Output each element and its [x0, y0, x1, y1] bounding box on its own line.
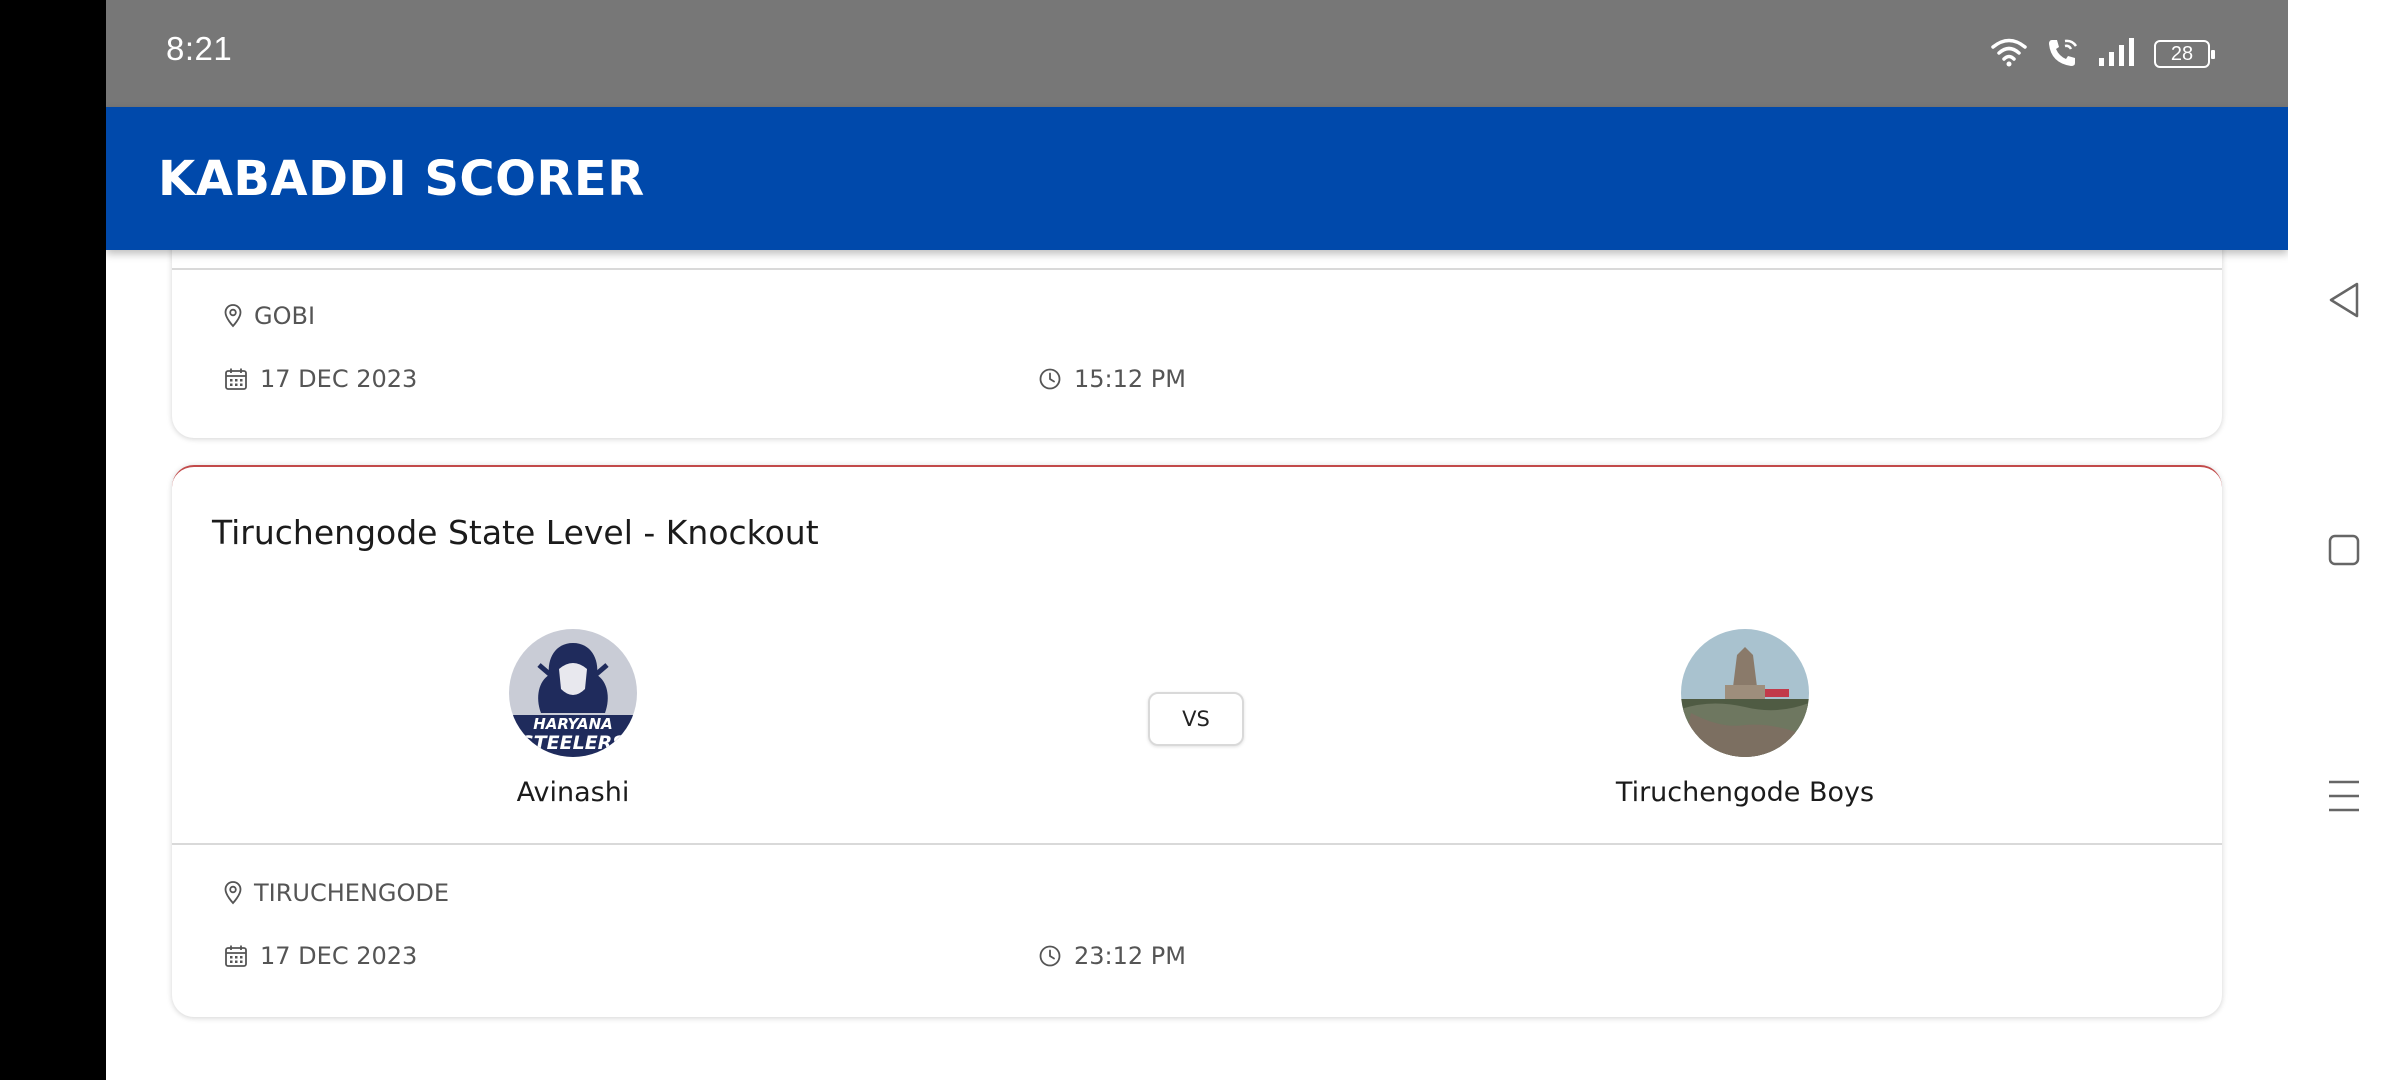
wifi-call-icon	[2046, 36, 2080, 72]
calendar-icon	[225, 945, 247, 967]
status-icons: 28	[1990, 34, 2215, 74]
match-time: 23:12 PM	[1038, 942, 1186, 970]
home-icon[interactable]	[2318, 524, 2370, 576]
menu-icon[interactable]	[2318, 770, 2370, 822]
location-text: TIRUCHENGODE	[254, 879, 450, 907]
app-bar: KABADDI SCORER	[106, 107, 2288, 250]
date-text: 17 DEC 2023	[260, 942, 418, 970]
app-screen: 8:21 28 KABADDI SCORER GOBI 17 DEC 2023 …	[106, 0, 2288, 1080]
match-card[interactable]: Tiruchengode State Level - Knockout HARY…	[172, 465, 2222, 1017]
status-bar: 8:21 28	[106, 0, 2288, 107]
team-a-logo: HARYANA STEELERS	[509, 629, 637, 757]
logo-text-line-1: HARYANA	[533, 715, 613, 733]
time-text: 15:12 PM	[1074, 365, 1186, 393]
match-location: TIRUCHENGODE	[224, 879, 449, 907]
app-title: KABADDI SCORER	[158, 151, 645, 207]
logo-text-line-2: STEELERS	[520, 732, 626, 754]
match-time: 15:12 PM	[1038, 365, 1186, 393]
match-date: 17 DEC 2023	[224, 942, 417, 970]
clock-icon	[1039, 368, 1061, 390]
match-title: Tiruchengode State Level - Knockout	[212, 513, 819, 552]
card-divider	[172, 843, 2222, 845]
battery-icon: 28	[2154, 40, 2215, 68]
time-text: 23:12 PM	[1074, 942, 1186, 970]
team-a[interactable]: HARYANA STEELERS Avinashi	[363, 629, 783, 808]
date-text: 17 DEC 2023	[260, 365, 418, 393]
calendar-icon	[225, 368, 247, 390]
match-location: GOBI	[224, 302, 315, 330]
location-pin-icon	[224, 881, 242, 905]
team-b[interactable]: Tiruchengode Boys	[1535, 629, 1955, 808]
clock-icon	[1039, 945, 1061, 967]
card-divider	[172, 268, 2222, 270]
team-a-name: Avinashi	[516, 777, 630, 808]
signal-icon	[2098, 37, 2136, 71]
left-edge	[0, 0, 106, 1080]
status-time: 8:21	[166, 30, 233, 67]
wifi-icon	[1990, 36, 2028, 72]
location-text: GOBI	[254, 302, 316, 330]
team-b-logo	[1681, 629, 1809, 757]
location-pin-icon	[224, 304, 242, 328]
vs-badge: VS	[1148, 692, 1244, 746]
back-icon[interactable]	[2318, 274, 2370, 326]
team-b-name: Tiruchengode Boys	[1615, 777, 1875, 808]
match-date: 17 DEC 2023	[224, 365, 417, 393]
